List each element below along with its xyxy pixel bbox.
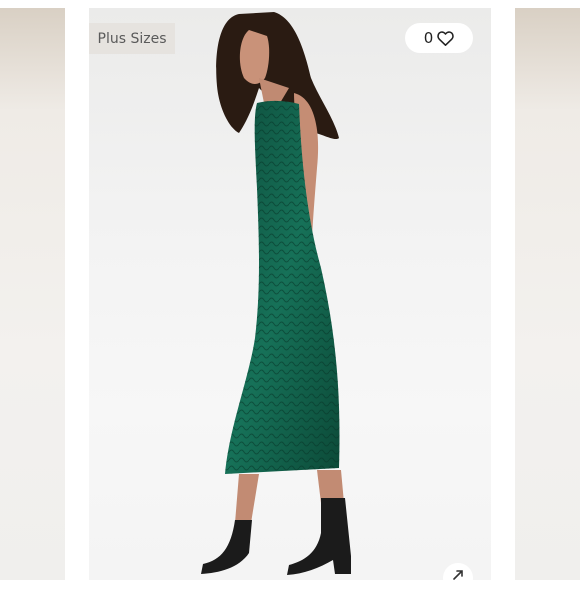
plus-sizes-badge[interactable]: Plus Sizes bbox=[89, 23, 175, 54]
heart-icon bbox=[437, 30, 455, 46]
expand-icon bbox=[453, 570, 463, 580]
like-button[interactable]: 0 bbox=[405, 23, 473, 53]
product-photo bbox=[89, 8, 491, 580]
next-photo-thumbnail[interactable] bbox=[515, 8, 580, 580]
prev-photo-thumbnail[interactable] bbox=[0, 8, 65, 580]
model-illustration bbox=[201, 12, 351, 575]
expand-image-button[interactable] bbox=[443, 563, 473, 593]
like-count: 0 bbox=[423, 29, 434, 47]
plus-sizes-label: Plus Sizes bbox=[97, 30, 167, 47]
